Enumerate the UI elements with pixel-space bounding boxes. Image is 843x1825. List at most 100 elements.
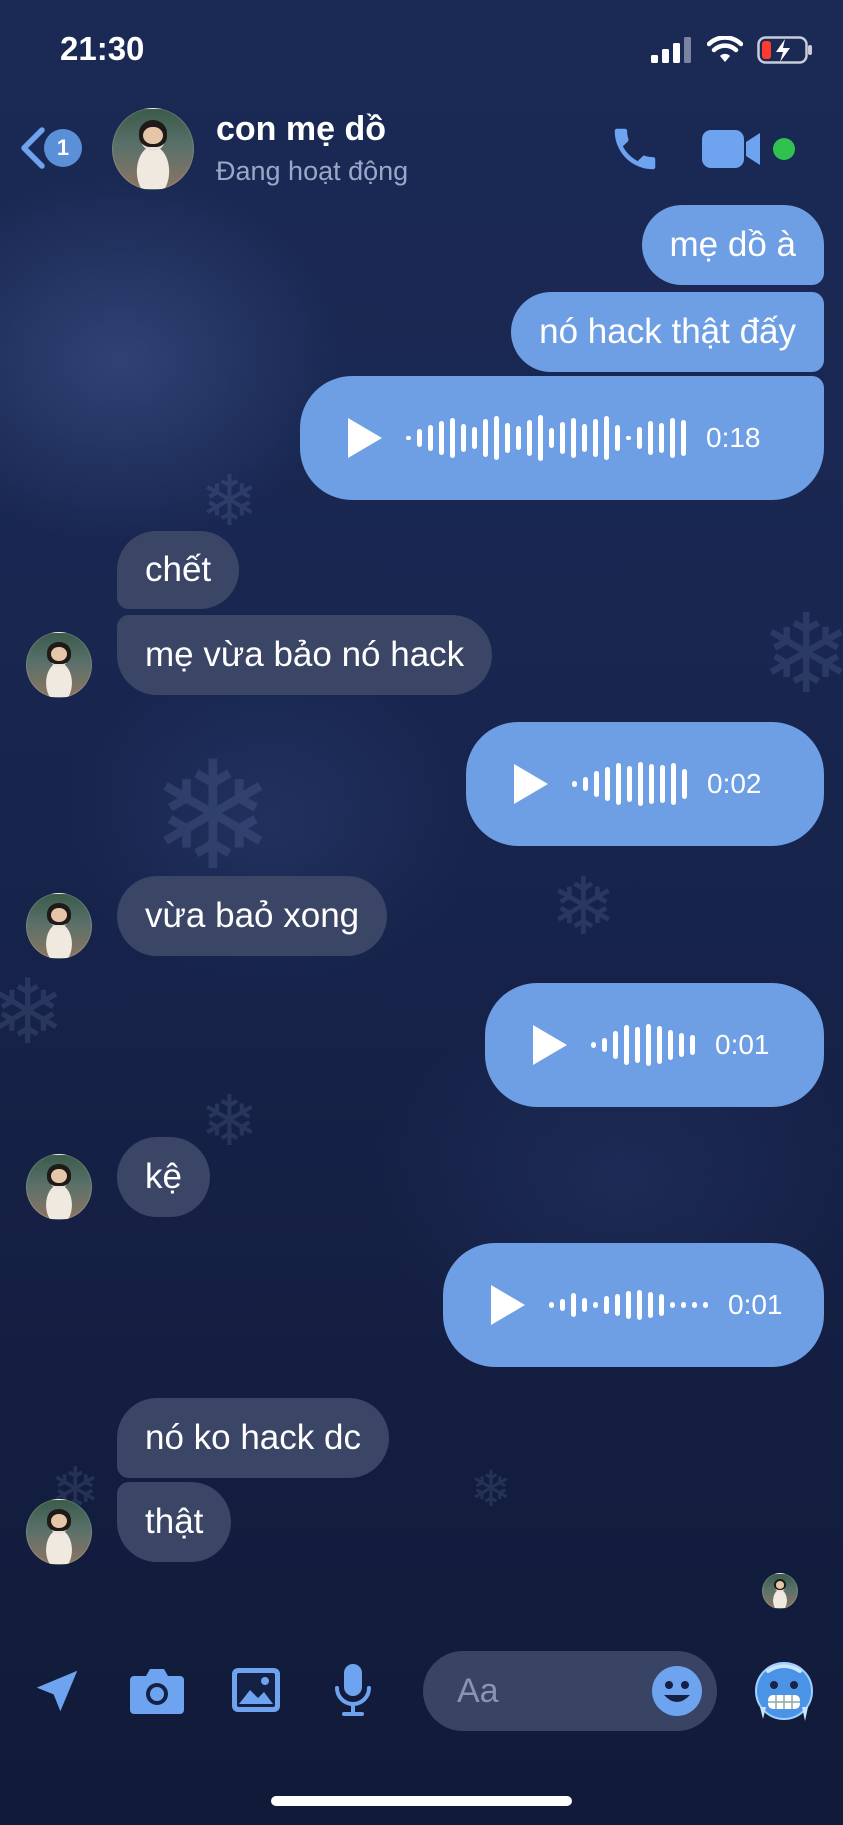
waveform-bar — [472, 427, 477, 449]
message-in[interactable]: nó ko hack dc — [117, 1398, 389, 1478]
waveform-bar — [646, 1024, 651, 1066]
waveform — [591, 1024, 695, 1066]
waveform-bar — [516, 426, 521, 450]
waveform-bar — [538, 415, 543, 461]
message-placeholder: Aa — [457, 1671, 499, 1710]
waveform-bar — [571, 418, 576, 458]
waveform-bar — [681, 420, 686, 456]
waveform-bar — [670, 418, 675, 458]
waveform-bar — [571, 1293, 576, 1317]
status-icons — [651, 36, 813, 64]
play-icon[interactable] — [348, 418, 382, 458]
cold-face-emoji[interactable] — [754, 1661, 814, 1723]
waveform-bar — [690, 1035, 695, 1055]
waveform-bar — [417, 429, 422, 447]
waveform-bar — [616, 763, 621, 805]
video-call-icon[interactable] — [702, 128, 764, 170]
waveform — [572, 762, 687, 806]
waveform-bar — [615, 425, 620, 451]
waveform — [406, 415, 686, 461]
waveform-bar — [604, 1296, 609, 1314]
play-icon[interactable] — [533, 1025, 567, 1065]
sender-avatar[interactable] — [26, 632, 92, 698]
waveform-bar — [461, 424, 466, 452]
waveform-bar — [637, 427, 642, 449]
waveform-bar — [450, 418, 455, 458]
waveform-bar — [637, 1290, 642, 1320]
waveform-bar — [591, 1042, 596, 1048]
waveform-bar — [682, 769, 687, 799]
camera-icon[interactable] — [128, 1666, 186, 1716]
waveform-bar — [626, 436, 631, 440]
contact-name[interactable]: con mẹ dồ — [216, 110, 386, 149]
waveform-bar — [593, 419, 598, 457]
waveform-bar — [583, 777, 588, 791]
waveform-bar — [549, 1302, 554, 1308]
waveform-bar — [638, 762, 643, 806]
snowflake-decoration: ❄ — [0, 960, 66, 1065]
presence-status: Đang hoạt động — [216, 156, 409, 186]
gallery-icon[interactable] — [230, 1664, 282, 1716]
snowflake-decoration: ❄ — [550, 860, 618, 953]
cellular-signal-icon — [651, 37, 691, 63]
emoji-icon[interactable] — [650, 1664, 704, 1718]
waveform-bar — [582, 424, 587, 452]
voice-message[interactable]: 0:18 — [300, 376, 824, 500]
snowflake-decoration: ❄ — [200, 1080, 259, 1162]
waveform-bar — [604, 416, 609, 460]
waveform-bar — [560, 1299, 565, 1311]
message-text: nó hack thật đấy — [539, 312, 796, 351]
play-icon[interactable] — [491, 1285, 525, 1325]
phone-call-icon[interactable] — [608, 122, 662, 176]
message-in[interactable]: thật — [117, 1482, 232, 1562]
seen-receipt-avatar — [762, 1573, 798, 1609]
waveform-bar — [505, 423, 510, 453]
sender-avatar[interactable] — [26, 1154, 92, 1220]
waveform-bar — [703, 1302, 708, 1308]
waveform-bar — [593, 1302, 598, 1308]
waveform-bar — [657, 1026, 662, 1064]
voice-duration: 0:02 — [707, 768, 762, 799]
message-text: vừa baỏ xong — [145, 896, 360, 935]
sender-avatar[interactable] — [26, 1499, 92, 1565]
waveform-bar — [648, 421, 653, 455]
waveform-bar — [668, 1030, 673, 1060]
battery-charging-icon — [757, 36, 812, 64]
message-out[interactable]: mẹ dồ à — [641, 205, 824, 285]
microphone-icon[interactable] — [330, 1662, 376, 1720]
waveform — [549, 1290, 708, 1320]
message-in[interactable]: kệ — [117, 1137, 210, 1217]
voice-message[interactable]: 0:02 — [466, 722, 824, 846]
contact-avatar[interactable] — [112, 108, 194, 190]
voice-duration: 0:01 — [728, 1289, 783, 1320]
waveform-bar — [582, 1298, 587, 1312]
waveform-bar — [613, 1031, 618, 1059]
voice-message[interactable]: 0:01 — [443, 1243, 824, 1367]
waveform-bar — [660, 765, 665, 803]
voice-message[interactable]: 0:01 — [485, 983, 824, 1107]
message-text: mẹ vừa bảo nó hack — [145, 635, 465, 674]
message-text: chết — [145, 550, 212, 589]
waveform-bar — [626, 1291, 631, 1319]
waveform-bar — [692, 1302, 697, 1308]
message-in[interactable]: chết — [117, 531, 240, 609]
waveform-bar — [624, 1025, 629, 1065]
online-indicator — [773, 138, 795, 160]
voice-duration: 0:01 — [715, 1029, 770, 1060]
waveform-bar — [670, 1302, 675, 1308]
back-button[interactable]: 1 — [18, 126, 82, 170]
message-out[interactable]: nó hack thật đấy — [511, 292, 824, 372]
waveform-bar — [671, 763, 676, 805]
waveform-bar — [681, 1302, 686, 1308]
location-arrow-icon[interactable] — [30, 1664, 84, 1718]
snowflake-decoration: ❄ — [200, 460, 259, 542]
home-indicator — [271, 1796, 572, 1806]
message-in[interactable]: mẹ vừa bảo nó hack — [117, 615, 493, 695]
waveform-bar — [527, 420, 532, 456]
waveform-bar — [635, 1027, 640, 1063]
play-icon[interactable] — [514, 764, 548, 804]
message-in[interactable]: vừa baỏ xong — [117, 876, 388, 956]
sender-avatar[interactable] — [26, 893, 92, 959]
waveform-bar — [605, 767, 610, 801]
message-text: thật — [145, 1502, 204, 1541]
